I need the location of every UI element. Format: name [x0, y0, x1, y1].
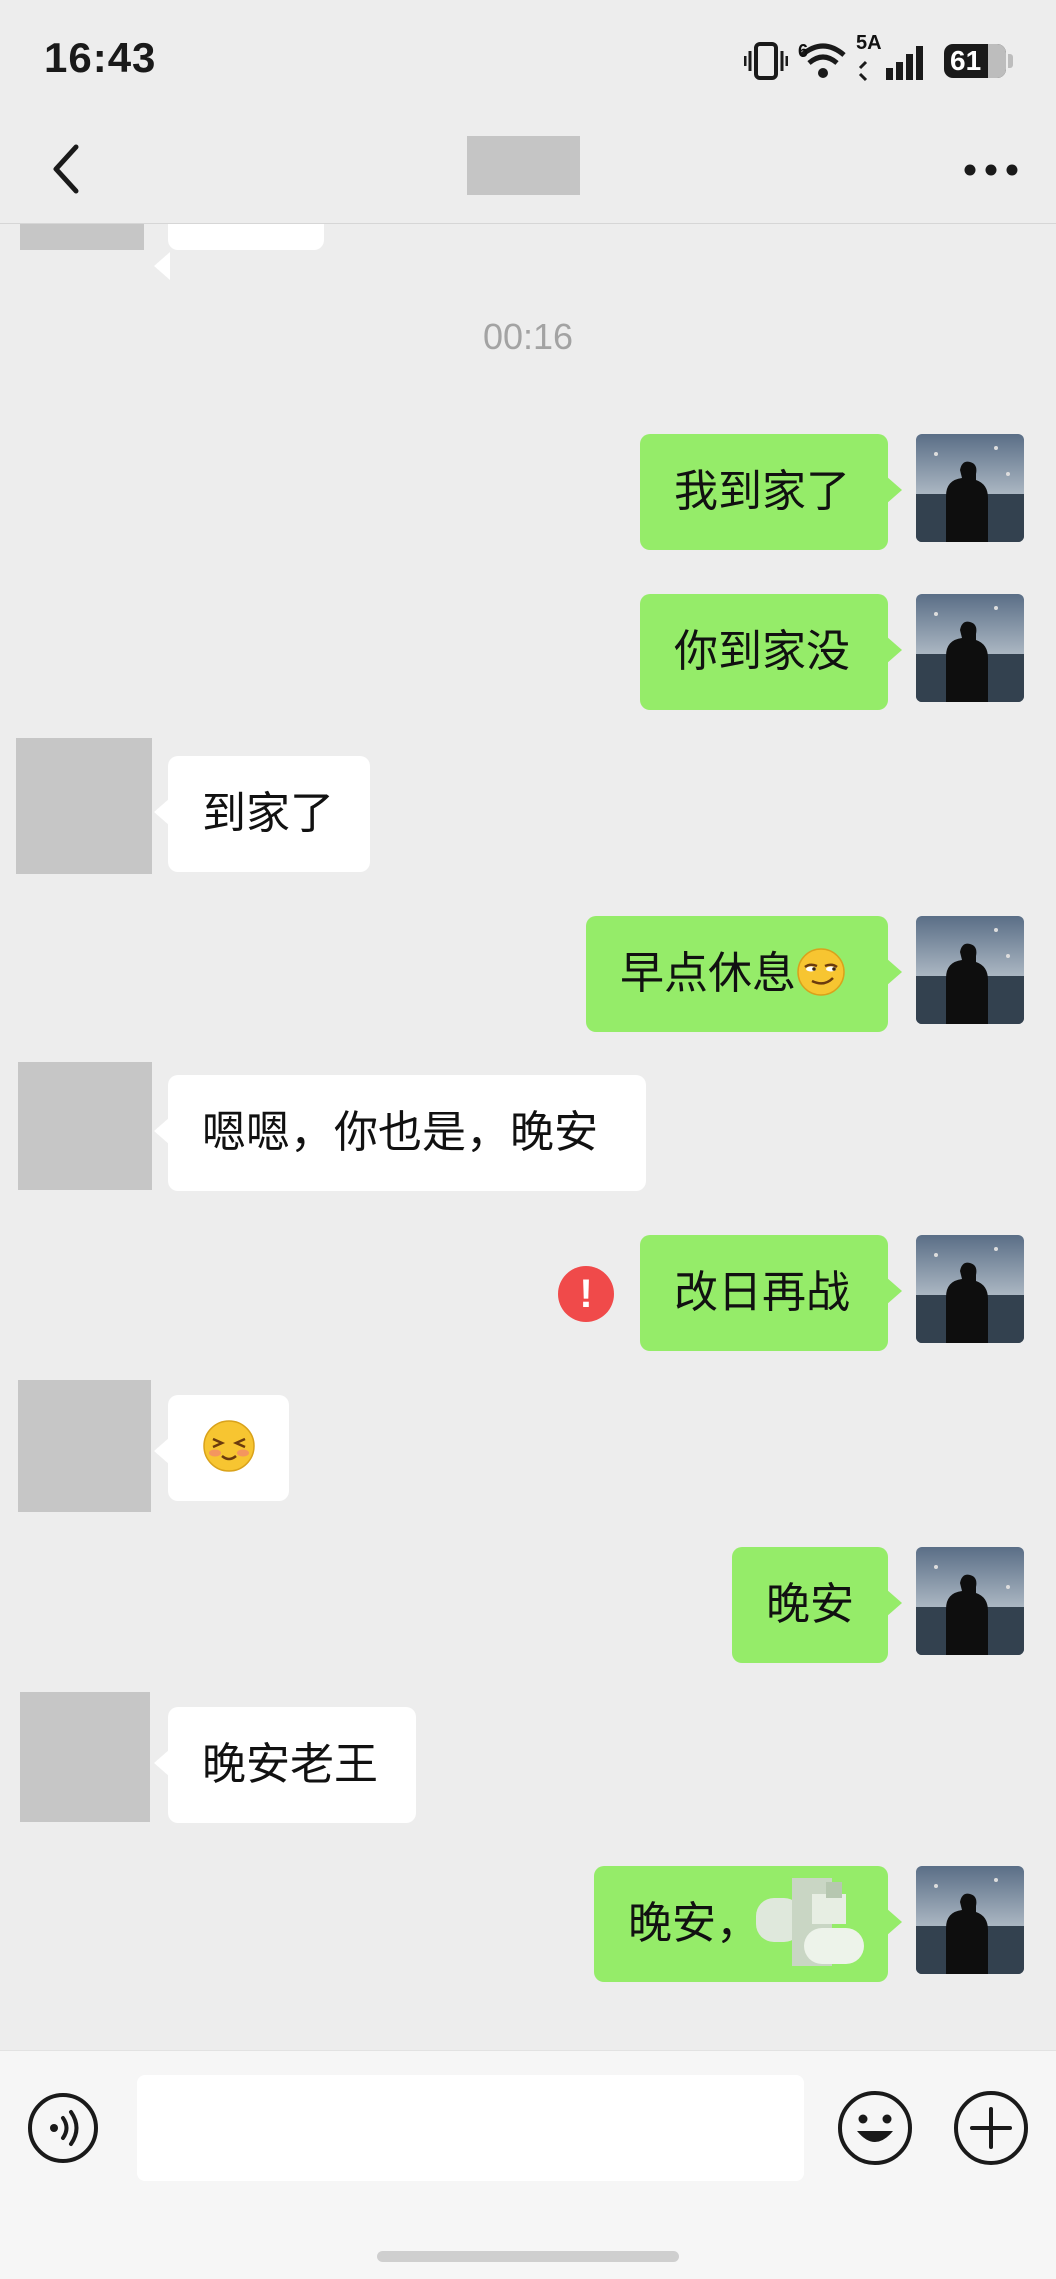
- message-input-bar: [0, 2050, 1056, 2279]
- message-bubble-received[interactable]: [154, 1395, 289, 1501]
- chevron-left-icon: [53, 144, 79, 194]
- voice-input-button[interactable]: [26, 2091, 100, 2165]
- more-options-button[interactable]: [956, 140, 1026, 200]
- message-bubble-sent[interactable]: 晚安: [732, 1547, 902, 1663]
- message-bubble-received[interactable]: 嗯嗯，你也是，晚安: [154, 1075, 646, 1191]
- my-avatar[interactable]: [916, 916, 1024, 1024]
- message-text: 晚安，: [628, 1898, 760, 1949]
- home-indicator[interactable]: [377, 2251, 679, 2262]
- contact-avatar[interactable]: [20, 1692, 150, 1822]
- message-text: 到家了: [202, 788, 334, 839]
- chat-header: [0, 120, 1056, 224]
- my-avatar[interactable]: [916, 434, 1024, 542]
- message-text: 早点休息: [620, 948, 796, 999]
- message-bubble-sent[interactable]: 我到家了: [640, 434, 902, 550]
- message-bubble-sent[interactable]: 你到家没: [640, 594, 902, 710]
- message-text: 嗯嗯，你也是，晚安: [202, 1107, 598, 1158]
- message-bubble-sent[interactable]: 改日再战: [640, 1235, 902, 1351]
- contact-avatar[interactable]: [18, 1062, 152, 1190]
- more-functions-button[interactable]: [952, 2089, 1030, 2167]
- message-text-input[interactable]: [137, 2075, 804, 2181]
- message-text: 晚安老王: [202, 1739, 378, 1790]
- message-bubble-received[interactable]: 晚安老王: [154, 1707, 416, 1823]
- my-avatar[interactable]: [916, 1866, 1024, 1974]
- emoji-button[interactable]: [836, 2089, 914, 2167]
- my-avatar[interactable]: [916, 1235, 1024, 1343]
- blush-emoji-icon: [203, 1420, 255, 1472]
- voice-icon: [28, 2093, 98, 2163]
- contact-avatar[interactable]: [16, 738, 152, 874]
- more-dots-icon: [964, 164, 1018, 176]
- message-text: 我到家了: [674, 466, 850, 517]
- smiley-icon: [838, 2091, 912, 2165]
- message-text: 改日再战: [674, 1267, 850, 1318]
- my-avatar[interactable]: [916, 594, 1024, 702]
- send-failed-icon[interactable]: !: [558, 1266, 614, 1322]
- message-text: 你到家没: [674, 626, 850, 677]
- back-button[interactable]: [36, 136, 96, 202]
- blurred-sticker-icon: [756, 1878, 864, 1966]
- smirk-emoji-icon: [797, 948, 845, 996]
- message-list[interactable]: 00:16 我到家了 你到家没 到家了 早点休息 嗯嗯，你也是，晚安 ! 改日再…: [0, 0, 1056, 2050]
- contact-name-redacted: [467, 136, 580, 195]
- message-timestamp: 00:16: [482, 316, 574, 357]
- plus-icon: [954, 2091, 1028, 2165]
- message-text: 晚安: [766, 1579, 854, 1630]
- my-avatar[interactable]: [916, 1547, 1024, 1655]
- message-bubble-sent[interactable]: 早点休息: [586, 916, 902, 1032]
- message-bubble-received[interactable]: 到家了: [154, 756, 370, 872]
- contact-avatar[interactable]: [18, 1380, 151, 1512]
- message-bubble-sent[interactable]: 晚安，: [594, 1866, 902, 1982]
